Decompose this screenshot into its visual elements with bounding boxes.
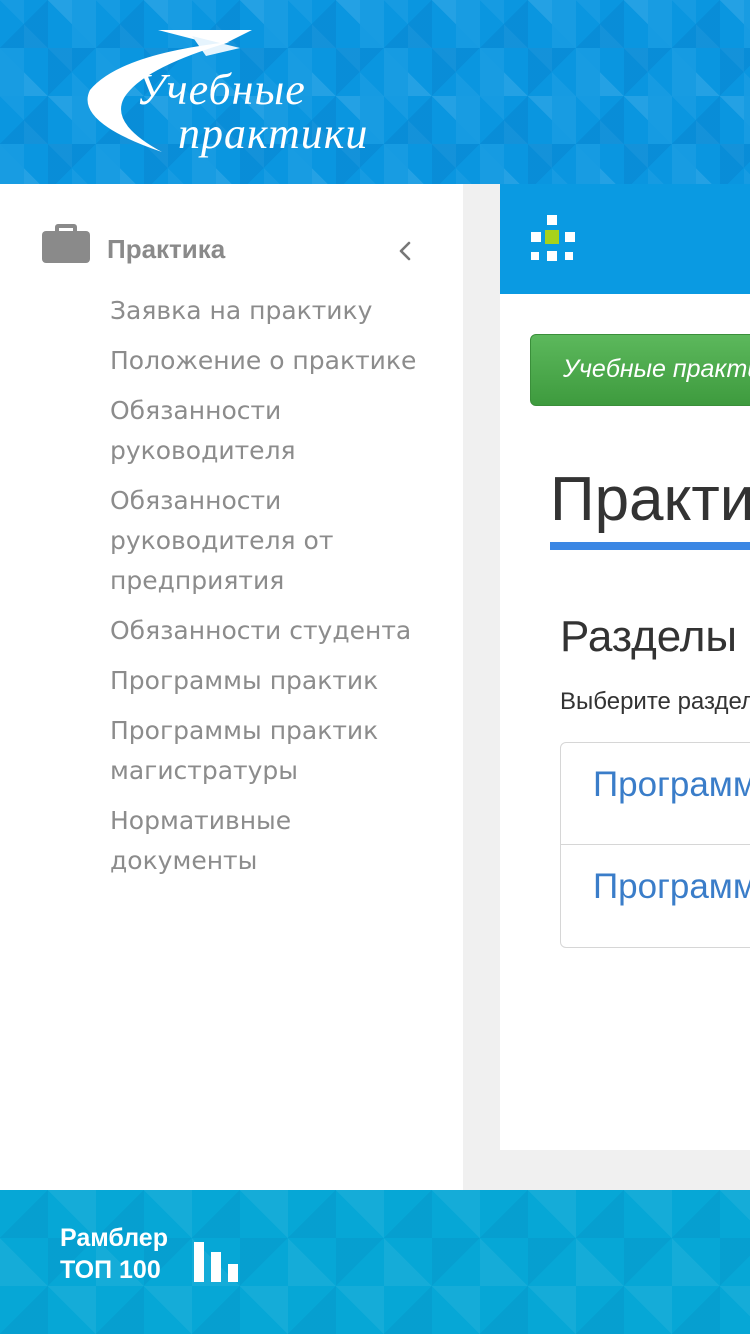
sidebar-item-supervisor-duties[interactable]: Обязанности руководителя <box>110 391 440 471</box>
bar-chart-icon <box>194 1236 240 1282</box>
logo-text-line2: практики <box>178 109 369 158</box>
sidebar-item-student-duties[interactable]: Обязанности студента <box>110 611 440 651</box>
site-logo[interactable]: Учебные практики <box>80 24 460 164</box>
sidebar-section-header[interactable]: Практика <box>0 214 463 284</box>
main-topbar <box>500 184 750 294</box>
sections-heading: Разделы <box>560 612 738 661</box>
sections-list: Программы практик Программы практик маги… <box>560 742 750 948</box>
main-content: Учебные практики Практика Разделы Выбери… <box>500 184 750 1150</box>
rambler-counter[interactable]: Рамблер ТОП 100 <box>60 1222 260 1292</box>
section-link-programs[interactable]: Программы практик <box>561 743 750 845</box>
site-header: Учебные практики <box>0 0 750 184</box>
chevron-left-icon[interactable] <box>396 238 414 264</box>
sidebar-item-regulations[interactable]: Положение о практике <box>110 341 440 381</box>
sidebar-item-company-supervisor-duties[interactable]: Обязанности руководителя от предприятия <box>110 481 440 601</box>
counter-line1: Рамблер <box>60 1224 168 1252</box>
sidebar-item-master-programs[interactable]: Программы практик магистратуры <box>110 711 440 791</box>
site-footer: Рамблер ТОП 100 <box>0 1190 750 1334</box>
briefcase-icon <box>42 224 90 263</box>
page-title: Практика <box>550 465 750 534</box>
sections-hint: Выберите раздел <box>560 688 750 715</box>
sidebar: Практика Заявка на практику Положение о … <box>0 184 463 1190</box>
sidebar-item-application[interactable]: Заявка на практику <box>110 291 440 331</box>
sidebar-section-title: Практика <box>107 234 226 264</box>
grid-dots-icon[interactable] <box>528 215 578 265</box>
sidebar-item-normative-docs[interactable]: Нормативные документы <box>110 801 440 881</box>
sidebar-item-programs[interactable]: Программы практик <box>110 661 440 701</box>
title-underline <box>550 542 750 550</box>
sidebar-menu: Заявка на практику Положение о практике … <box>110 291 440 891</box>
breadcrumb-button[interactable]: Учебные практики <box>530 334 750 406</box>
section-link-master-programs[interactable]: Программы практик магистратуры <box>561 845 750 947</box>
counter-line2: ТОП 100 <box>60 1256 161 1284</box>
